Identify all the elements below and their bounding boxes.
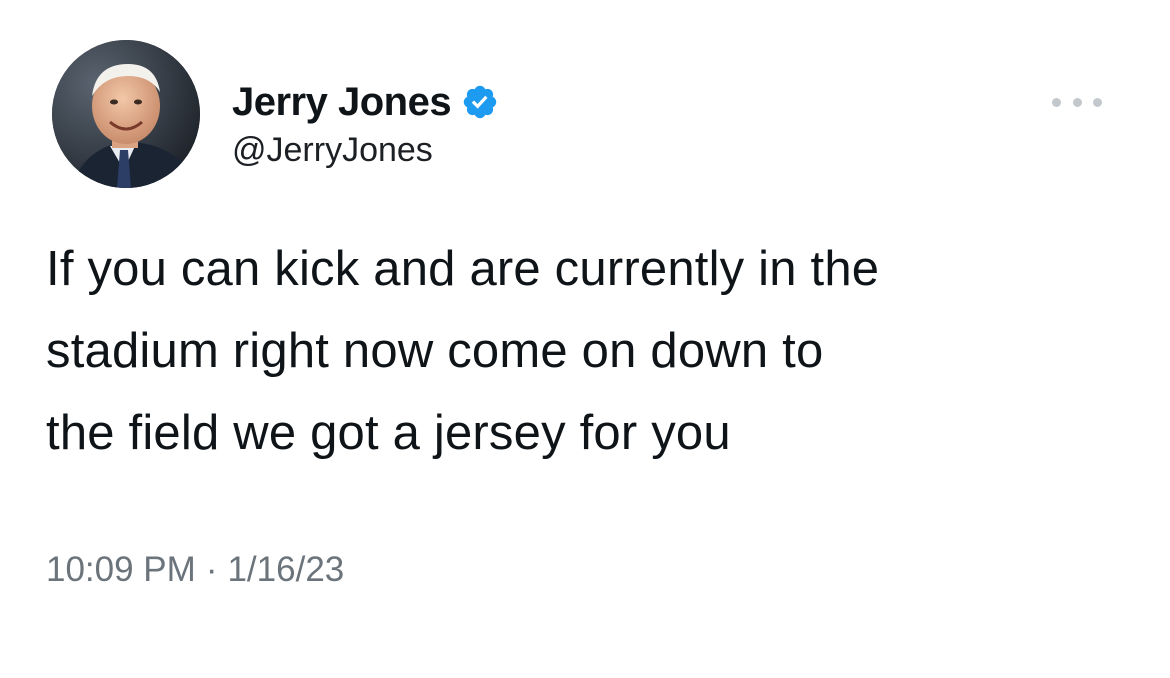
- more-dot: [1072, 97, 1082, 107]
- author-info: Jerry Jones @JerryJones: [232, 78, 499, 172]
- tweet-date: 1/16/23: [227, 550, 345, 589]
- more-dot: [1093, 97, 1102, 107]
- tweet-time: 10:09 PM: [46, 550, 196, 589]
- verified-badge-icon: [461, 83, 499, 121]
- author-name-row: Jerry Jones: [232, 78, 499, 126]
- more-options-icon[interactable]: [1052, 92, 1102, 112]
- tweet-card: Jerry Jones @JerryJones If you can kick …: [0, 0, 1170, 678]
- more-dot: [1052, 97, 1061, 107]
- tweet-meta-separator: ·: [205, 550, 218, 589]
- author-display-name[interactable]: Jerry Jones: [232, 78, 452, 126]
- tweet-timestamp[interactable]: 10:09 PM · 1/16/23: [46, 545, 344, 595]
- author-handle[interactable]: @JerryJones: [232, 128, 499, 172]
- avatar-photo: [52, 40, 200, 188]
- tweet-text: If you can kick and are currently in the…: [46, 242, 880, 460]
- avatar[interactable]: [52, 40, 200, 188]
